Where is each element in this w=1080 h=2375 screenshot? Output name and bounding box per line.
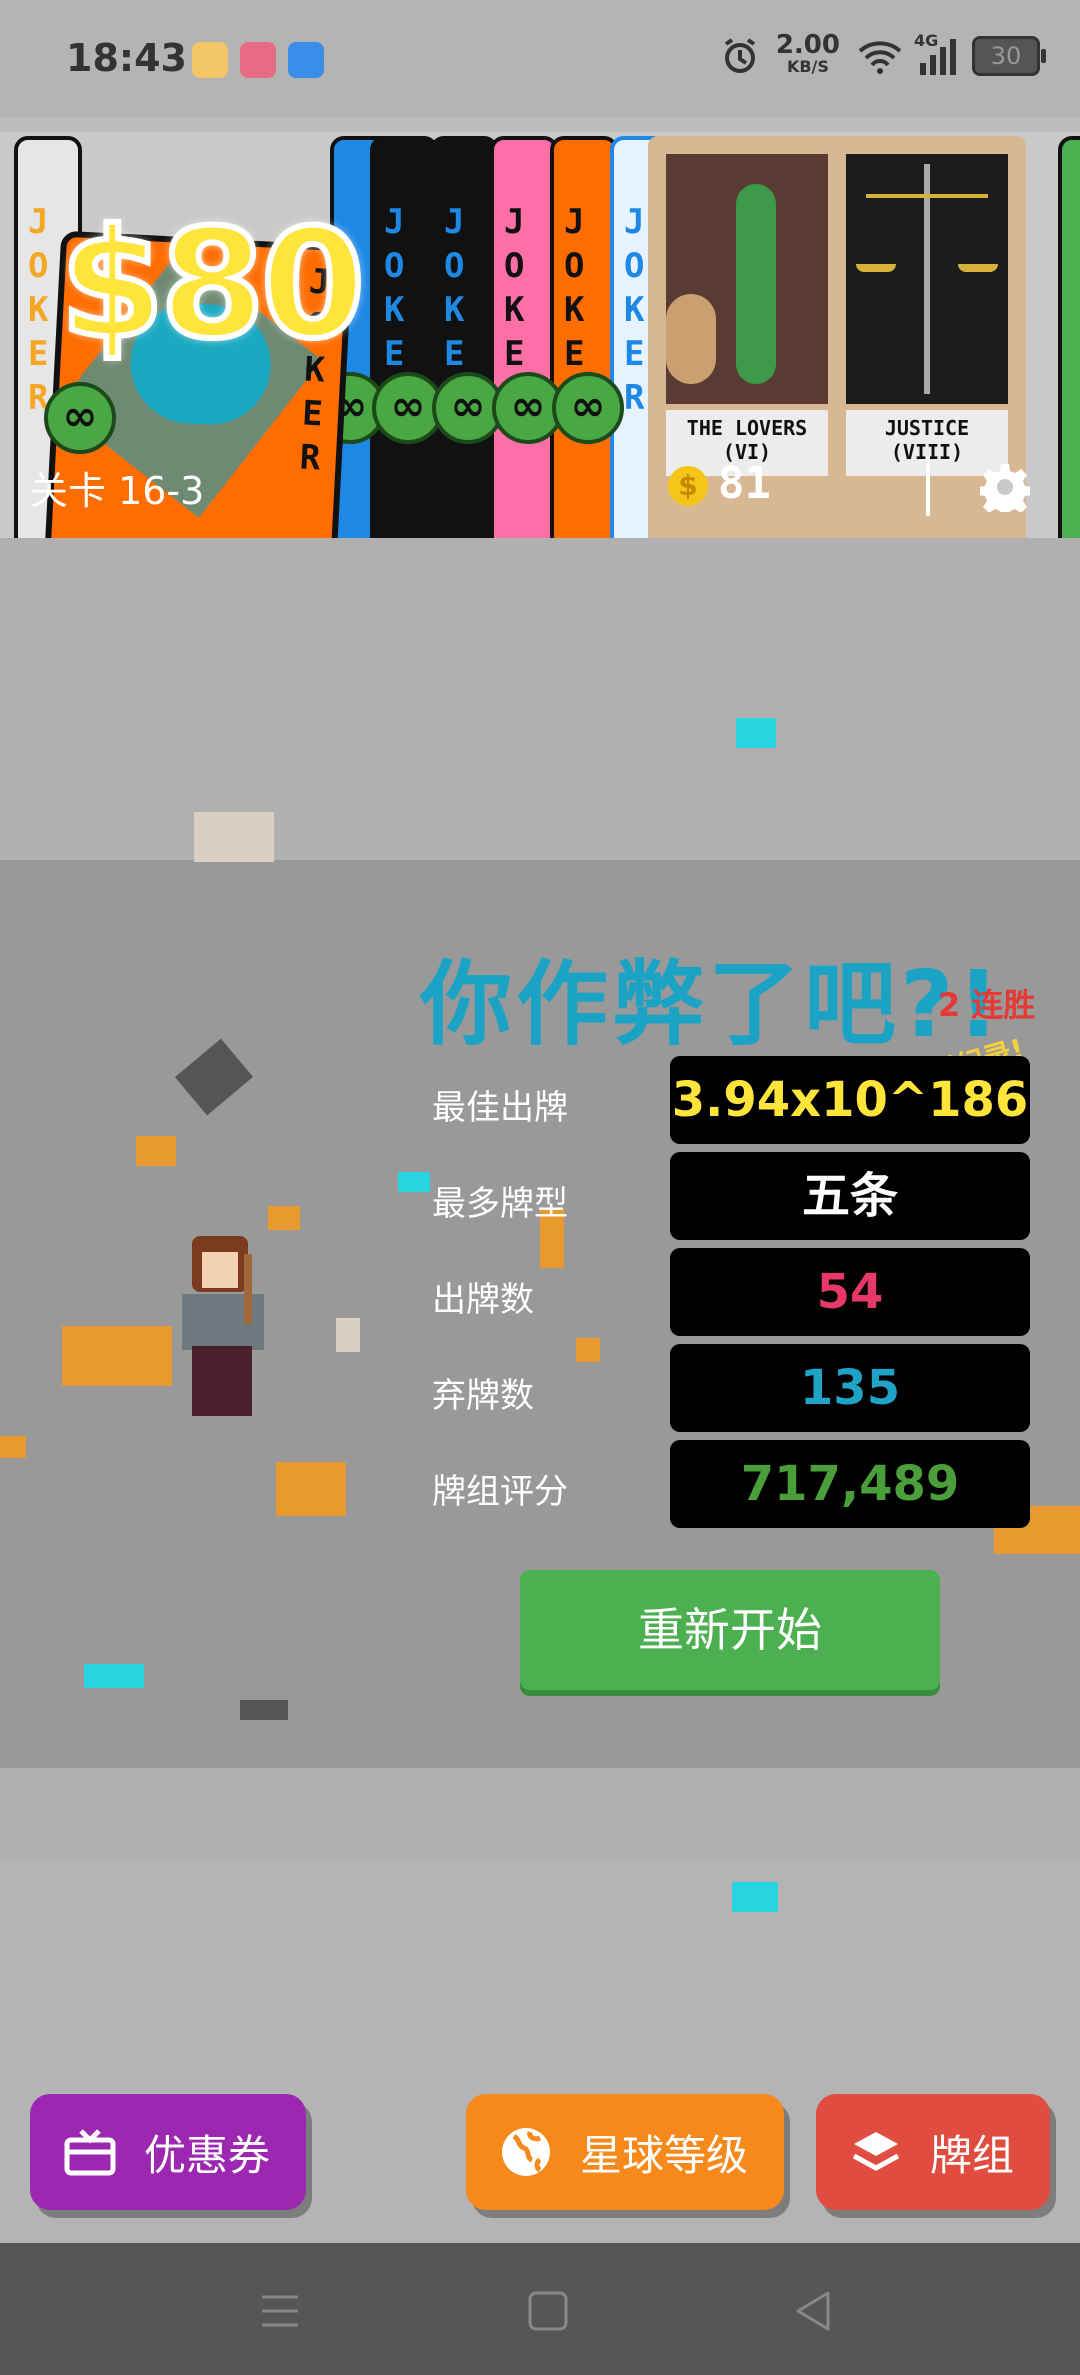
signal-icon: 4G (914, 31, 956, 75)
planet-level-label: 星球等级 (580, 2130, 749, 2180)
deck-label: 牌组 (930, 2130, 1015, 2180)
deck-button[interactable]: 牌组 (816, 2094, 1050, 2210)
gift-icon (64, 2129, 116, 2176)
particle (62, 1326, 172, 1386)
game-app-icon (240, 42, 276, 78)
home-icon[interactable] (526, 2289, 570, 2333)
gear-icon[interactable] (980, 462, 1030, 512)
result-headline: 你作弊了吧?! (420, 951, 1004, 1058)
restart-button[interactable]: 重新开始 (520, 1570, 940, 1690)
stage-label: 关卡 16-3 (30, 469, 205, 513)
back-icon[interactable] (792, 2289, 836, 2333)
status-icons: 2.00 KB/S 4G 30 (720, 30, 1046, 78)
video-app-icon (192, 42, 228, 78)
coupon-button[interactable]: 优惠券 (30, 2094, 306, 2210)
stat-value-most-played: 五条 (670, 1152, 1030, 1240)
stat-label-most-played: 最多牌型 (432, 1184, 568, 1224)
battery-icon: 30 (972, 36, 1046, 76)
character-sprite (168, 1236, 280, 1426)
stat-value-hands-played: 54 (670, 1248, 1030, 1336)
divider (926, 456, 930, 516)
particle (336, 1318, 360, 1352)
particle (194, 812, 274, 862)
alarm-icon (724, 38, 755, 73)
stat-label-deck-score: 牌组评分 (432, 1472, 568, 1512)
particle (84, 1664, 144, 1688)
stat-label-discards: 弃牌数 (432, 1376, 534, 1416)
planet-level-button[interactable]: 星球等级 (466, 2094, 784, 2210)
stat-label-hands-played: 出牌数 (432, 1280, 534, 1320)
system-nav-bar (0, 2243, 1080, 2375)
joker-card[interactable]: JOKER (370, 136, 438, 556)
stat-value-discards: 135 (670, 1344, 1030, 1432)
money-value: 81 (718, 458, 771, 509)
globe-icon (502, 2128, 550, 2176)
win-streak: 2 连胜 (938, 986, 1036, 1024)
status-bar: 18:43 2.00 KB/S 4G 30 (0, 0, 1080, 120)
coupon-label: 优惠券 (144, 2130, 271, 2180)
joker-card[interactable] (1058, 136, 1080, 556)
stat-value-deck-score: 717,489 (670, 1440, 1030, 1528)
particle (732, 1882, 778, 1912)
particle (0, 1436, 26, 1458)
menu-icon[interactable] (258, 2289, 302, 2333)
layers-icon (852, 2132, 900, 2171)
particle (576, 1338, 600, 1362)
send-app-icon (288, 42, 324, 78)
coin-icon: $ (668, 466, 708, 506)
joker-price: $80 (57, 195, 368, 375)
particle (398, 1172, 430, 1192)
net-speed: 2.00 KB/S (775, 30, 840, 76)
particle (136, 1136, 176, 1166)
stat-label-best-hand: 最佳出牌 (432, 1088, 568, 1128)
wifi-icon (858, 41, 902, 74)
infinity-badge: ∞ (552, 372, 624, 444)
particle (736, 718, 776, 748)
infinity-badge: ∞ (44, 382, 116, 454)
status-time: 18:43 (66, 36, 187, 80)
particle (268, 1206, 300, 1230)
particle (240, 1700, 288, 1720)
joker-card[interactable]: JOKER (550, 136, 618, 556)
joker-card[interactable]: JOKER (430, 136, 498, 556)
joker-card[interactable]: JOKER (490, 136, 558, 556)
stat-value-best-hand: 3.94x10^186 (670, 1056, 1030, 1144)
particle (276, 1462, 346, 1516)
